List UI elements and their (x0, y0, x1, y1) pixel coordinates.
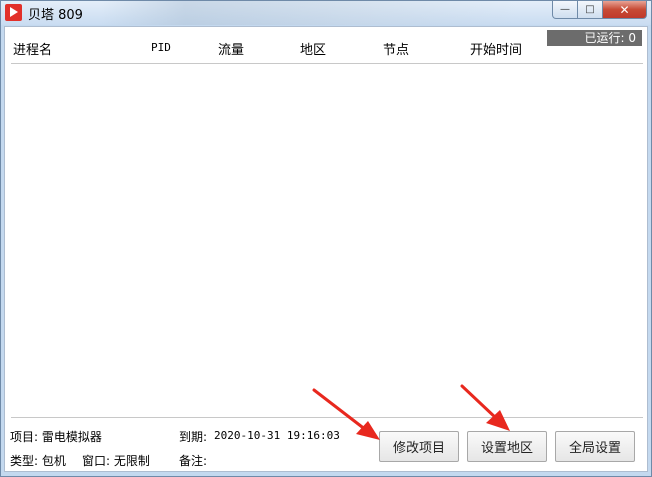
expiry-label: 到期: (179, 430, 208, 444)
type-info: 类型: 包机 (10, 454, 66, 468)
process-table-header: 进程名 PID 流量 地区 节点 开始时间 已运行: 0 (5, 27, 647, 63)
close-icon: ✕ (619, 2, 630, 17)
minimize-icon: — (560, 4, 570, 15)
set-region-button[interactable]: 设置地区 (467, 431, 547, 462)
window-controls: — □ ✕ (552, 1, 647, 19)
main-panel: 进程名 PID 流量 地区 节点 开始时间 已运行: 0 项目: 雷电模拟器 类… (4, 26, 648, 472)
column-header-traffic[interactable]: 流量 (218, 39, 244, 58)
column-header-process-name[interactable]: 进程名 (13, 39, 52, 58)
maximize-button[interactable]: □ (578, 1, 603, 19)
column-header-node[interactable]: 节点 (383, 39, 409, 58)
window-title: 贝塔 809 (28, 8, 83, 23)
title-bar-background (101, 1, 521, 25)
column-header-region[interactable]: 地区 (300, 39, 326, 58)
run-count-badge: 已运行: 0 (547, 30, 642, 46)
minimize-button[interactable]: — (552, 1, 578, 19)
footer-divider (11, 417, 643, 418)
edit-project-button[interactable]: 修改项目 (379, 431, 459, 462)
title-bar[interactable]: 贝塔 809 — □ ✕ (1, 1, 651, 25)
app-logo-icon (5, 4, 22, 21)
maximize-icon: □ (585, 4, 595, 15)
close-button[interactable]: ✕ (603, 1, 647, 19)
process-list[interactable] (11, 64, 643, 416)
column-header-start-time[interactable]: 开始时间 (470, 39, 522, 58)
global-settings-button[interactable]: 全局设置 (555, 431, 635, 462)
app-window: 贝塔 809 — □ ✕ 进程名 PID 流量 地区 节点 开始时间 已运行: … (0, 0, 652, 477)
window-limit-info: 窗口: 无限制 (82, 454, 150, 468)
expiry-value: 2020-10-31 19:16:03 (214, 429, 340, 442)
column-header-pid[interactable]: PID (151, 41, 171, 54)
note-label: 备注: (179, 454, 208, 468)
project-info: 项目: 雷电模拟器 (10, 430, 102, 444)
